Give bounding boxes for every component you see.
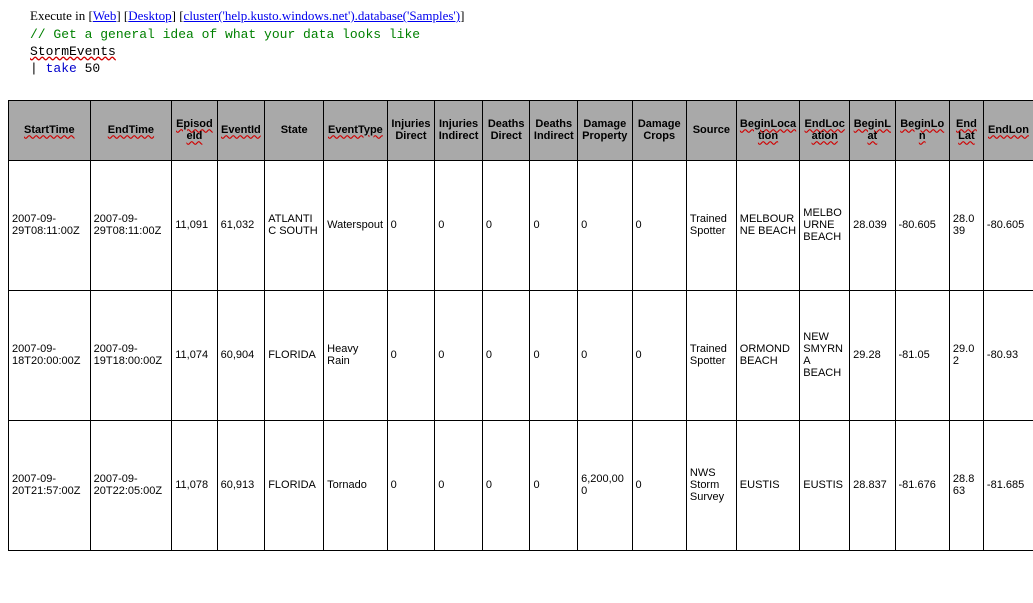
col-eventid[interactable]: EventId (217, 100, 265, 160)
code-number: 50 (77, 61, 100, 76)
cell-eventid[interactable]: 61,032 (217, 160, 265, 290)
cell-eventtype[interactable]: Tornado (324, 420, 387, 550)
table-header-row: StartTime EndTime EpisodeId EventId Stat… (9, 100, 1033, 160)
col-beginlon[interactable]: BeginLon (895, 100, 949, 160)
execute-cluster-link[interactable]: cluster('help.kusto.windows.net').databa… (184, 8, 461, 23)
cell-damagecrops[interactable]: 0 (632, 420, 686, 550)
cell-state[interactable]: FLORIDA (265, 290, 324, 420)
cell-source[interactable]: Trained Spotter (686, 290, 736, 420)
col-beginlat[interactable]: BeginLat (850, 100, 895, 160)
cell-endtime[interactable]: 2007-09-29T08:11:00Z (90, 160, 172, 290)
col-injuries-direct[interactable]: Injuries Direct (387, 100, 435, 160)
col-damage-property[interactable]: Damage Property (578, 100, 632, 160)
cell-starttime[interactable]: 2007-09-20T21:57:00Z (9, 420, 91, 550)
results-table: StartTime EndTime EpisodeId EventId Stat… (8, 100, 1033, 551)
col-endtime[interactable]: EndTime (90, 100, 172, 160)
cell-state[interactable]: FLORIDA (265, 420, 324, 550)
cell-injuriesindirect[interactable]: 0 (435, 160, 483, 290)
cell-injuriesindirect[interactable]: 0 (435, 290, 483, 420)
col-source[interactable]: Source (686, 100, 736, 160)
cell-beginlat[interactable]: 29.28 (850, 290, 895, 420)
cell-damageproperty[interactable]: 6,200,000 (578, 420, 632, 550)
cell-injuriesindirect[interactable]: 0 (435, 420, 483, 550)
cell-deathsindirect[interactable]: 0 (530, 290, 578, 420)
cell-damagecrops[interactable]: 0 (632, 290, 686, 420)
execute-web-link[interactable]: Web (93, 8, 117, 23)
code-pipe: | (30, 61, 46, 76)
cell-beginlocation[interactable]: MELBOURNE BEACH (736, 160, 799, 290)
cell-beginlat[interactable]: 28.039 (850, 160, 895, 290)
cell-deathsdirect[interactable]: 0 (482, 420, 530, 550)
cell-endtime[interactable]: 2007-09-20T22:05:00Z (90, 420, 172, 550)
code-table-name: StormEvents (30, 44, 116, 59)
execute-desktop-link[interactable]: Desktop (128, 8, 171, 23)
col-endlat[interactable]: EndLat (949, 100, 983, 160)
col-episodeid[interactable]: EpisodeId (172, 100, 217, 160)
cell-starttime[interactable]: 2007-09-29T08:11:00Z (9, 160, 91, 290)
table-row[interactable]: 2007-09-29T08:11:00Z2007-09-29T08:11:00Z… (9, 160, 1033, 290)
cell-endlon[interactable]: -80.93 (983, 290, 1033, 420)
cell-endlon[interactable]: -81.685 (983, 420, 1033, 550)
cell-beginlat[interactable]: 28.837 (850, 420, 895, 550)
cell-source[interactable]: Trained Spotter (686, 160, 736, 290)
code-comment: // Get a general idea of what your data … (30, 27, 420, 42)
cell-endlat[interactable]: 28.039 (949, 160, 983, 290)
cell-eventtype[interactable]: Waterspout (324, 160, 387, 290)
col-injuries-indirect[interactable]: Injuries Indirect (435, 100, 483, 160)
cell-episodeid[interactable]: 11,074 (172, 290, 217, 420)
code-editor[interactable]: // Get a general idea of what your data … (30, 27, 1033, 78)
cell-endlat[interactable]: 29.02 (949, 290, 983, 420)
cell-beginlon[interactable]: -81.676 (895, 420, 949, 550)
cell-deathsdirect[interactable]: 0 (482, 290, 530, 420)
cell-injuriesdirect[interactable]: 0 (387, 290, 435, 420)
cell-injuriesdirect[interactable]: 0 (387, 420, 435, 550)
cell-beginlocation[interactable]: ORMOND BEACH (736, 290, 799, 420)
col-state[interactable]: State (265, 100, 324, 160)
cell-endtime[interactable]: 2007-09-19T18:00:00Z (90, 290, 172, 420)
results-table-wrapper: StartTime EndTime EpisodeId EventId Stat… (8, 100, 1033, 551)
cell-beginlon[interactable]: -81.05 (895, 290, 949, 420)
cell-damageproperty[interactable]: 0 (578, 290, 632, 420)
table-row[interactable]: 2007-09-18T20:00:00Z2007-09-19T18:00:00Z… (9, 290, 1033, 420)
col-deaths-indirect[interactable]: Deaths Indirect (530, 100, 578, 160)
col-beginlocation[interactable]: BeginLocation (736, 100, 799, 160)
cell-episodeid[interactable]: 11,091 (172, 160, 217, 290)
cell-starttime[interactable]: 2007-09-18T20:00:00Z (9, 290, 91, 420)
execute-label: Execute in (30, 8, 85, 23)
col-endlon[interactable]: EndLon (983, 100, 1033, 160)
cell-deathsdirect[interactable]: 0 (482, 160, 530, 290)
cell-beginlon[interactable]: -80.605 (895, 160, 949, 290)
cell-source[interactable]: NWS Storm Survey (686, 420, 736, 550)
cell-eventid[interactable]: 60,904 (217, 290, 265, 420)
col-damage-crops[interactable]: Damage Crops (632, 100, 686, 160)
cell-damagecrops[interactable]: 0 (632, 160, 686, 290)
cell-eventid[interactable]: 60,913 (217, 420, 265, 550)
cell-beginlocation[interactable]: EUSTIS (736, 420, 799, 550)
col-eventtype[interactable]: EventType (324, 100, 387, 160)
cell-endlat[interactable]: 28.863 (949, 420, 983, 550)
cell-eventtype[interactable]: Heavy Rain (324, 290, 387, 420)
cell-endlocation[interactable]: MELBOURNE BEACH (800, 160, 850, 290)
code-keyword-take: take (46, 61, 77, 76)
cell-endlocation[interactable]: EUSTIS (800, 420, 850, 550)
col-deaths-direct[interactable]: Deaths Direct (482, 100, 530, 160)
cell-endlocation[interactable]: NEW SMYRNA BEACH (800, 290, 850, 420)
cell-episodeid[interactable]: 11,078 (172, 420, 217, 550)
execute-line: Execute in [Web] [Desktop] [cluster('hel… (30, 8, 1033, 24)
cell-endlon[interactable]: -80.605 (983, 160, 1033, 290)
col-starttime[interactable]: StartTime (9, 100, 91, 160)
cell-deathsindirect[interactable]: 0 (530, 160, 578, 290)
cell-damageproperty[interactable]: 0 (578, 160, 632, 290)
cell-injuriesdirect[interactable]: 0 (387, 160, 435, 290)
table-row[interactable]: 2007-09-20T21:57:00Z2007-09-20T22:05:00Z… (9, 420, 1033, 550)
cell-state[interactable]: ATLANTIC SOUTH (265, 160, 324, 290)
cell-deathsindirect[interactable]: 0 (530, 420, 578, 550)
col-endlocation[interactable]: EndLocation (800, 100, 850, 160)
